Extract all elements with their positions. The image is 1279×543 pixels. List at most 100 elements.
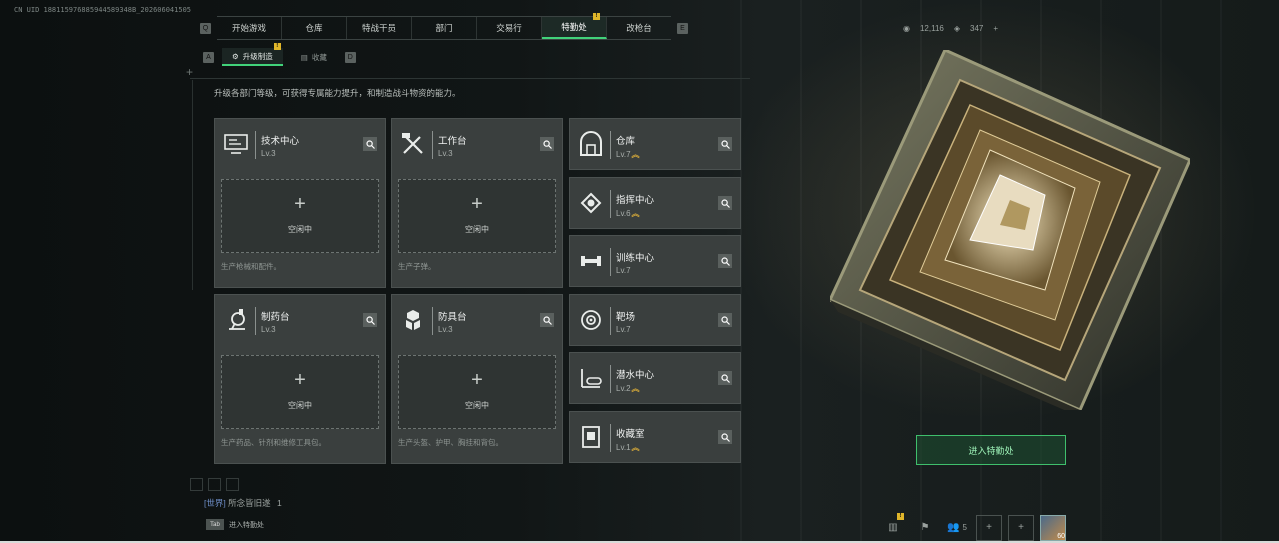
level-text: Lv.2 bbox=[616, 384, 631, 393]
card-level: Lv.3 bbox=[438, 149, 453, 158]
next-tab-key[interactable]: E bbox=[677, 22, 688, 34]
divider bbox=[610, 365, 611, 393]
subtab-collection[interactable]: ▤ 收藏 bbox=[291, 49, 337, 65]
facility-card-diving-center[interactable]: 潜水中心 Lv.2︽ bbox=[569, 352, 741, 404]
card-header: 靶场 Lv.7 bbox=[570, 295, 740, 347]
tab-start-game[interactable]: 开始游戏 bbox=[217, 17, 282, 39]
subtab-upgrade-craft[interactable]: ⚙ 升级制造 ! bbox=[222, 43, 283, 66]
card-level: Lv.1︽ bbox=[616, 442, 640, 453]
main-tabs: 开始游戏 仓库 特战干员 部门 交易行 特勤处! 改枪台 bbox=[217, 13, 671, 40]
card-level: Lv.7 bbox=[616, 325, 631, 334]
collection-icon bbox=[582, 426, 600, 448]
slot-status: 空闲中 bbox=[465, 401, 489, 410]
level-text: Lv.7 bbox=[616, 325, 631, 334]
tools-icon bbox=[402, 133, 423, 154]
card-level: Lv.3 bbox=[438, 325, 453, 334]
card-header: 指挥中心 Lv.6︽ bbox=[570, 178, 740, 230]
card-title: 潜水中心 bbox=[616, 370, 655, 381]
plus-icon: + bbox=[1018, 522, 1024, 533]
facility-card-command-center[interactable]: 指挥中心 Lv.6︽ bbox=[569, 177, 741, 229]
coin-icon: ◉ bbox=[903, 23, 910, 33]
facility-card-collection-room[interactable]: 收藏室 Lv.1︽ bbox=[569, 411, 741, 463]
workshop-card-pharmacy[interactable]: 制药台 Lv.3 + 空闲中 生产药品、针剂和维修工具包。 bbox=[214, 294, 386, 464]
currency-a: 12,116 bbox=[919, 23, 944, 33]
production-slot[interactable]: + 空闲中 bbox=[221, 179, 379, 253]
ticket-icon: ◈ bbox=[953, 23, 961, 33]
command-chip-icon bbox=[580, 192, 602, 214]
production-slot[interactable]: + 空闲中 bbox=[398, 355, 556, 429]
target-icon bbox=[581, 310, 601, 330]
facility-card-warehouse[interactable]: 仓库 Lv.7︽ bbox=[569, 118, 741, 170]
facility-card-training-center[interactable]: 训练中心 Lv.7 bbox=[569, 235, 741, 287]
upgrade-arrow-icon: ︽ bbox=[631, 443, 640, 452]
production-slot[interactable]: + 空闲中 bbox=[221, 355, 379, 429]
search-icon[interactable] bbox=[363, 137, 377, 151]
search-icon[interactable] bbox=[718, 137, 732, 151]
level-text: Lv.6 bbox=[616, 209, 631, 218]
next-subtab-key[interactable]: D bbox=[344, 51, 356, 63]
avatar[interactable]: 60 bbox=[1040, 514, 1066, 541]
search-icon[interactable] bbox=[718, 313, 732, 327]
add-slot-button[interactable]: + bbox=[1008, 514, 1034, 541]
slot-status: 空闲中 bbox=[288, 401, 312, 410]
add-icon: + bbox=[294, 193, 306, 215]
search-icon[interactable] bbox=[718, 371, 732, 385]
subtab-label: 升级制造 bbox=[242, 51, 273, 61]
workshop-card-armor[interactable]: 防具台 Lv.3 + 空闲中 生产头盔、护甲、胸挂和背包。 bbox=[391, 294, 563, 464]
enter-special-ops-button[interactable]: 进入特勤处 bbox=[916, 435, 1066, 465]
prev-tab-key[interactable]: Q bbox=[200, 22, 211, 34]
divider-vertical bbox=[192, 80, 193, 290]
upgrade-arrow-icon: ︽ bbox=[631, 150, 640, 159]
slot-status: 空闲中 bbox=[288, 225, 312, 234]
avatar-level: 60 bbox=[1057, 532, 1065, 540]
prev-subtab-key[interactable]: A bbox=[203, 51, 214, 63]
search-icon[interactable] bbox=[718, 254, 732, 268]
upgrade-arrow-icon: ︽ bbox=[631, 384, 640, 393]
tab-departments[interactable]: 部门 bbox=[412, 17, 477, 39]
card-header: 工作台 Lv.3 bbox=[392, 119, 562, 171]
stats-button[interactable]: ▥ ! bbox=[880, 512, 906, 541]
search-icon[interactable] bbox=[540, 137, 554, 151]
alert-badge: ! bbox=[897, 512, 904, 520]
friends-button[interactable]: 👥 5 bbox=[944, 515, 970, 541]
add-currency-button[interactable]: + bbox=[993, 24, 998, 33]
chat-text: 所念皆旧遂 bbox=[228, 498, 271, 508]
search-icon[interactable] bbox=[718, 430, 732, 444]
divider bbox=[610, 424, 611, 452]
uid-text: CN UID 188115976885944589348B_2026060415… bbox=[14, 6, 192, 14]
diving-icon bbox=[581, 369, 602, 388]
level-text: Lv.1 bbox=[616, 443, 631, 452]
tab-gunsmith[interactable]: 改枪台 bbox=[607, 17, 671, 39]
slot-status: 空闲中 bbox=[465, 225, 489, 234]
divider bbox=[255, 131, 256, 159]
tab-trading[interactable]: 交易行 bbox=[477, 17, 542, 39]
bar-chart-icon: ▥ bbox=[888, 522, 898, 533]
chat-line[interactable]: [世界] 所念皆旧遂 1 bbox=[204, 497, 282, 509]
card-title: 仓库 bbox=[616, 136, 636, 147]
add-slot-button[interactable]: + bbox=[976, 514, 1002, 541]
workshop-card-tech-center[interactable]: 技术中心 Lv.3 + 空闲中 生产枪械和配件。 bbox=[214, 118, 386, 288]
search-icon[interactable] bbox=[540, 313, 554, 327]
tab-hint-label: 进入特勤处 bbox=[229, 521, 264, 529]
search-icon[interactable] bbox=[718, 196, 732, 210]
tab-hint[interactable]: Tab 进入特勤处 bbox=[206, 519, 264, 530]
workshop-card-workbench[interactable]: 工作台 Lv.3 + 空闲中 生产子弹。 bbox=[391, 118, 563, 288]
tab-special-ops[interactable]: 特勤处! bbox=[542, 13, 607, 39]
divider bbox=[190, 78, 750, 79]
corner-cross-decoration: + bbox=[186, 65, 194, 79]
production-slot[interactable]: + 空闲中 bbox=[398, 179, 556, 253]
tab-label: 开始游戏 bbox=[231, 23, 266, 33]
add-icon: + bbox=[471, 369, 483, 391]
tab-operators[interactable]: 特战干员 bbox=[347, 17, 412, 39]
card-title: 靶场 bbox=[616, 312, 636, 323]
search-icon[interactable] bbox=[363, 313, 377, 327]
tab-warehouse[interactable]: 仓库 bbox=[282, 17, 347, 39]
card-header: 收藏室 Lv.1︽ bbox=[570, 412, 740, 464]
plus-icon: + bbox=[986, 522, 992, 533]
facility-card-shooting-range[interactable]: 靶场 Lv.7 bbox=[569, 294, 741, 346]
flag-button[interactable]: ⚑ bbox=[912, 515, 938, 541]
card-title: 制药台 bbox=[261, 312, 290, 323]
card-title: 训练中心 bbox=[616, 253, 655, 264]
chat-count: 1 bbox=[277, 498, 282, 508]
divider bbox=[432, 307, 433, 335]
